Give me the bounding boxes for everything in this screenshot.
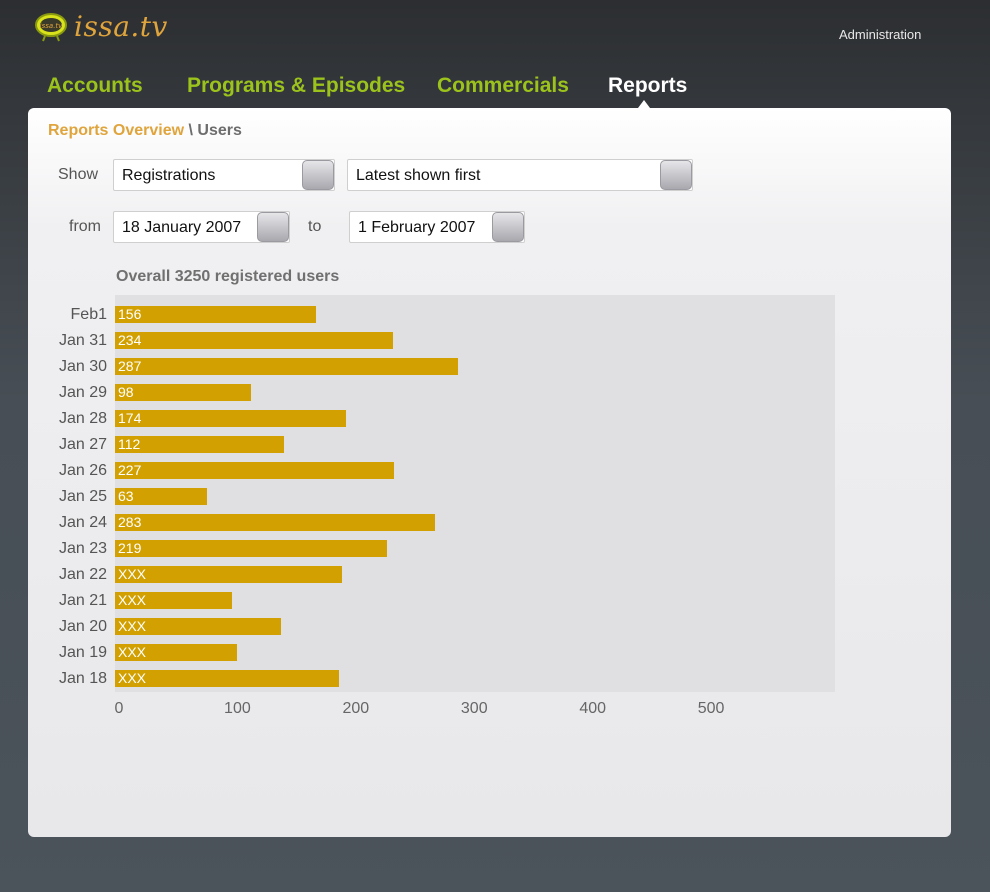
report-type-value: Registrations — [122, 167, 216, 184]
bar[interactable] — [115, 566, 343, 583]
bar[interactable] — [115, 436, 285, 453]
from-date-select[interactable]: 18 January 2007 — [113, 211, 290, 243]
bar[interactable] — [115, 670, 339, 687]
administration-link[interactable]: Administration — [839, 27, 921, 42]
bar-data-label: XXX — [118, 644, 147, 660]
bar-data-label: 112 — [118, 436, 141, 452]
x-tick-label: 300 — [460, 700, 488, 717]
from-date-dropdown-button[interactable] — [257, 212, 289, 242]
bar[interactable] — [115, 540, 388, 557]
x-tick-label: 400 — [579, 700, 607, 717]
y-tick-label: Jan 22 — [58, 566, 107, 583]
bar-data-label: XXX — [118, 670, 147, 686]
bar[interactable] — [115, 306, 317, 323]
bar-data-label: 234 — [118, 332, 142, 348]
logo-text: issa.tv — [74, 9, 168, 43]
to-date-select[interactable]: 1 February 2007 — [349, 211, 525, 243]
bar-data-label: XXX — [118, 618, 147, 634]
y-tick-label: Jan 25 — [58, 488, 107, 505]
bar[interactable] — [115, 514, 435, 531]
y-tick-label: Jan 20 — [58, 618, 107, 635]
bar-data-label: 283 — [118, 514, 142, 530]
bar-data-label: 227 — [118, 462, 142, 478]
bar-data-label: 156 — [118, 306, 142, 322]
y-tick-label: Jan 24 — [58, 514, 107, 531]
bar[interactable] — [115, 384, 252, 401]
breadcrumb-separator: \ — [184, 122, 198, 139]
sort-order-value: Latest shown first — [356, 167, 481, 184]
y-tick-label: Jan 23 — [58, 540, 107, 557]
y-tick-label: Jan 30 — [58, 358, 107, 375]
y-tick-label: Jan 31 — [58, 332, 107, 349]
bar-data-label: XXX — [118, 566, 147, 582]
breadcrumb-reports-overview[interactable]: Reports Overview — [48, 122, 184, 139]
nav-accounts[interactable]: Accounts — [47, 74, 143, 98]
to-label: to — [308, 218, 322, 235]
y-tick-label: Jan 29 — [58, 384, 107, 401]
breadcrumb-current: Users — [197, 122, 242, 139]
y-tick-label: Jan 21 — [58, 592, 107, 609]
from-date-value: 18 January 2007 — [122, 219, 242, 236]
sort-order-dropdown-button[interactable] — [660, 160, 692, 190]
from-label: from — [69, 218, 101, 235]
report-type-dropdown-button[interactable] — [302, 160, 334, 190]
show-label: Show — [58, 166, 99, 183]
active-tab-pointer — [638, 100, 650, 108]
report-type-select[interactable]: Registrations — [113, 159, 335, 191]
x-tick-label: 500 — [697, 700, 725, 717]
chart-title: Overall 3250 registered users — [116, 268, 340, 285]
bar-data-label: 219 — [118, 540, 142, 556]
logo[interactable]: issa.tv issa.tv — [34, 9, 168, 43]
y-tick-label: Jan 28 — [58, 410, 107, 427]
x-tick-label: 100 — [224, 700, 251, 717]
tv-logo-icon: issa.tv — [35, 13, 67, 42]
bar-data-label: 287 — [118, 358, 142, 374]
bar-data-label: 174 — [118, 410, 142, 426]
to-date-value: 1 February 2007 — [358, 219, 476, 236]
to-date-dropdown-button[interactable] — [492, 212, 524, 242]
logo-badge-text: issa.tv — [40, 22, 63, 30]
y-tick-label: Jan 26 — [58, 462, 107, 479]
y-tick-label: Jan 19 — [58, 644, 107, 661]
bar[interactable] — [115, 462, 395, 479]
y-tick-label: Feb1 — [70, 306, 107, 323]
nav-reports[interactable]: Reports — [608, 74, 687, 98]
y-tick-label: Jan 18 — [58, 670, 107, 687]
x-tick-label: 200 — [342, 700, 370, 717]
breadcrumb: Reports Overview \ Users — [48, 122, 242, 140]
x-tick-label: 0 — [114, 700, 124, 717]
bar[interactable] — [115, 358, 459, 375]
bar[interactable] — [115, 332, 394, 349]
y-tick-label: Jan 27 — [58, 436, 107, 453]
nav-commercials[interactable]: Commercials — [437, 74, 569, 98]
bar-data-label: XXX — [118, 592, 147, 608]
bar-data-label: 98 — [118, 384, 134, 400]
nav-programs-episodes[interactable]: Programs & Episodes — [187, 74, 405, 98]
sort-order-select[interactable]: Latest shown first — [347, 159, 693, 191]
bar[interactable] — [115, 410, 346, 427]
main-nav: Accounts Programs & Episodes Commercials… — [0, 72, 990, 108]
bar-data-label: 63 — [118, 488, 134, 504]
